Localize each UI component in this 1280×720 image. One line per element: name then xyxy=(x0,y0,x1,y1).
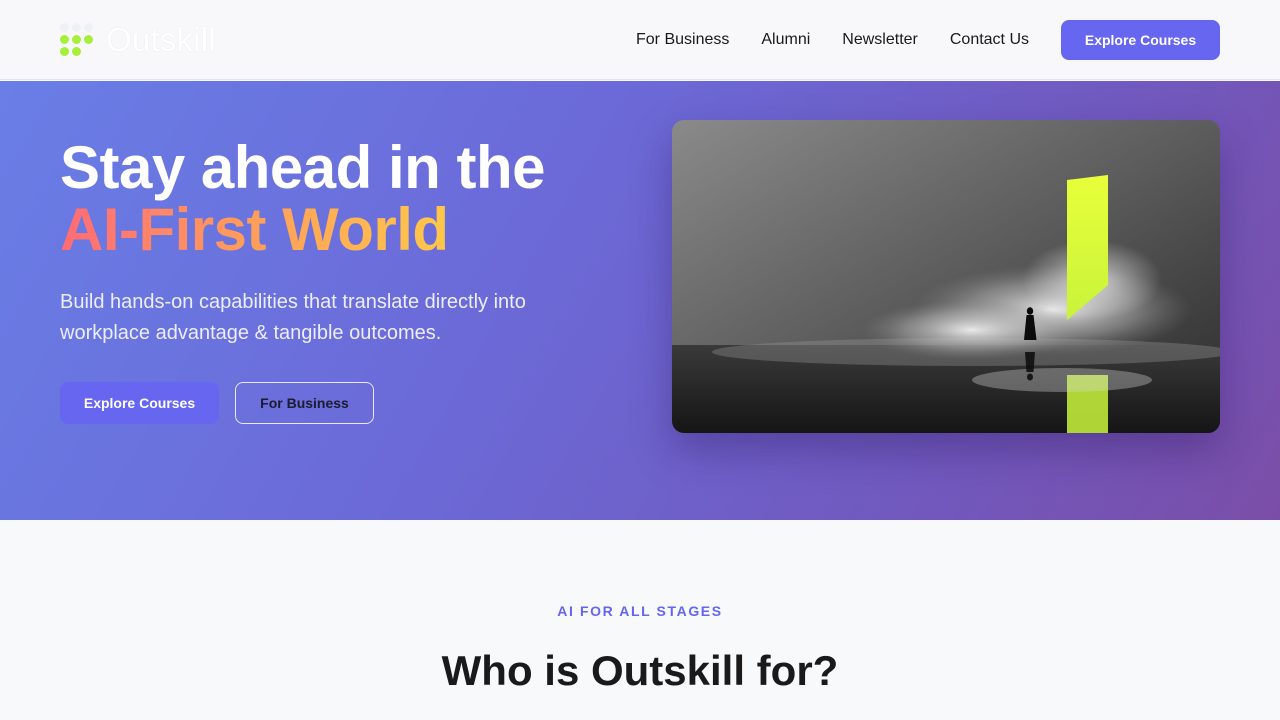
hero-image xyxy=(672,120,1220,433)
hero-subtitle: Build hands-on capabilities that transla… xyxy=(60,291,526,344)
hero-actions: Explore Courses For Business xyxy=(60,382,620,424)
nav-alumni[interactable]: Alumni xyxy=(761,31,810,48)
hero-title: Stay ahead in the AI-First World xyxy=(60,137,620,261)
hero-title-line1: Stay ahead in the xyxy=(60,134,545,201)
header-explore-courses-button[interactable]: Explore Courses xyxy=(1061,19,1220,60)
hero-content: Stay ahead in the AI-First World Build h… xyxy=(60,137,620,424)
person-before-glowing-portal-image xyxy=(672,120,1220,433)
nav-newsletter[interactable]: Newsletter xyxy=(842,31,918,48)
section-eyebrow: AI FOR ALL STAGES xyxy=(557,603,723,619)
section-title: Who is Outskill for? xyxy=(441,647,839,694)
logo-text: Outskill xyxy=(106,21,216,58)
nav-for-business[interactable]: For Business xyxy=(636,31,729,48)
hero-title-accent: AI-First World xyxy=(60,196,449,263)
main-nav: For Business Alumni Newsletter Contact U… xyxy=(636,19,1220,60)
logo-dots-icon xyxy=(60,22,94,57)
site-header: Outskill For Business Alumni Newsletter … xyxy=(0,0,1280,80)
hero-for-business-button[interactable]: For Business xyxy=(235,382,374,424)
logo-link[interactable]: Outskill xyxy=(60,21,216,58)
hero-explore-courses-button[interactable]: Explore Courses xyxy=(60,382,219,424)
nav-contact-us[interactable]: Contact Us xyxy=(950,31,1029,48)
audience-section: AI FOR ALL STAGES Who is Outskill for? xyxy=(0,520,1280,720)
hero-section: Stay ahead in the AI-First World Build h… xyxy=(0,81,1280,520)
